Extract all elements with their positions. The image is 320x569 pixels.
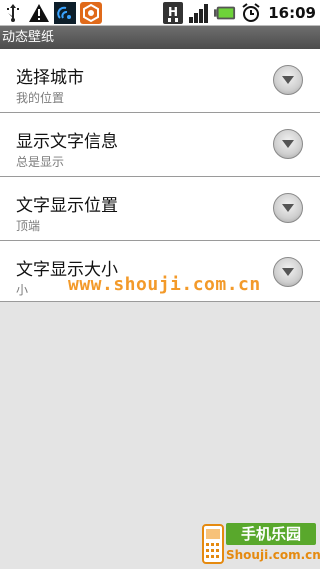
logo-url: Shouji.com.cn bbox=[226, 548, 320, 562]
setting-summary: 顶端 bbox=[16, 219, 41, 233]
setting-title: 显示文字信息 bbox=[16, 132, 118, 152]
dropdown-arrow-icon[interactable] bbox=[273, 129, 303, 159]
warning-icon bbox=[28, 2, 50, 24]
logo-title: 手机乐园 bbox=[226, 523, 316, 545]
setting-summary: 我的位置 bbox=[16, 91, 65, 105]
status-time: 16:09 bbox=[268, 3, 316, 22]
setting-select-city[interactable]: 选择城市 我的位置 bbox=[0, 49, 320, 113]
battery-icon bbox=[214, 2, 236, 24]
settings-list: 选择城市 我的位置 显示文字信息 总是显示 文字显示位置 顶端 文字显示大小 小 bbox=[0, 49, 320, 302]
status-bar: H 16:09 bbox=[0, 0, 320, 26]
network-h-icon: H bbox=[162, 1, 184, 24]
site-logo: 手机乐园 Shouji.com.cn bbox=[200, 523, 320, 565]
usb-icon bbox=[2, 2, 24, 24]
app-icon bbox=[80, 1, 102, 24]
phone-icon bbox=[200, 523, 226, 565]
watermark-text: www.shouji.com.cn bbox=[68, 274, 261, 295]
setting-summary: 总是显示 bbox=[16, 155, 65, 169]
svg-text:H: H bbox=[168, 5, 178, 19]
setting-show-text-info[interactable]: 显示文字信息 总是显示 bbox=[0, 113, 320, 177]
system-icons: H 16:09 bbox=[162, 1, 316, 24]
signal-icon bbox=[188, 2, 210, 24]
setting-text-position[interactable]: 文字显示位置 顶端 bbox=[0, 177, 320, 241]
alarm-icon bbox=[240, 2, 262, 24]
dropdown-arrow-icon[interactable] bbox=[273, 257, 303, 287]
setting-title: 选择城市 bbox=[16, 68, 84, 88]
sync-icon bbox=[54, 1, 76, 24]
setting-summary: 小 bbox=[16, 283, 29, 297]
notification-icons bbox=[2, 1, 102, 24]
dropdown-arrow-icon[interactable] bbox=[273, 193, 303, 223]
dropdown-arrow-icon[interactable] bbox=[273, 65, 303, 95]
page-title: 动态壁纸 bbox=[0, 26, 320, 49]
setting-title: 文字显示位置 bbox=[16, 196, 118, 216]
